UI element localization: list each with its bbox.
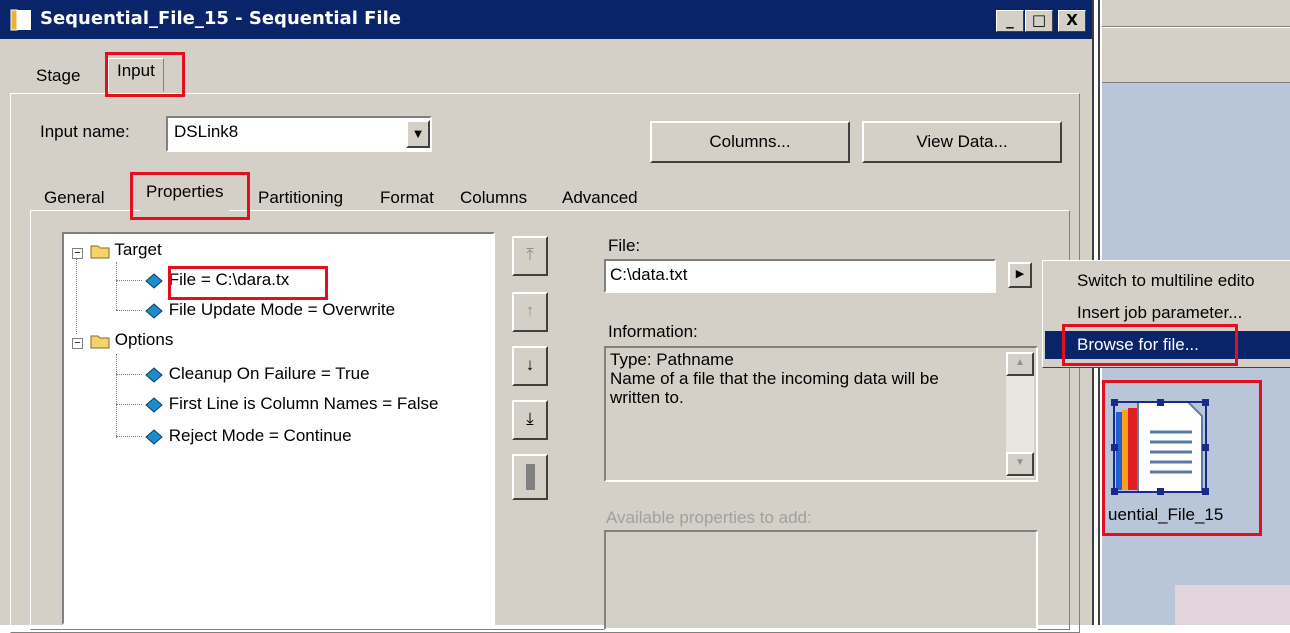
maximize-button[interactable]: □	[1025, 10, 1053, 32]
tab-stage[interactable]: Stage	[36, 66, 80, 86]
property-diamond-icon	[145, 366, 163, 383]
highlight-box	[1062, 324, 1238, 366]
properties-tree[interactable]: − Target File = C:\dara.tx File Update M…	[62, 232, 495, 625]
window-title: Sequential_File_15 - Sequential File	[40, 8, 401, 29]
tree-node-options[interactable]: Options	[90, 330, 173, 350]
dropdown-arrow-icon[interactable]: ▼	[406, 120, 430, 148]
scrollbar[interactable]: ▲ ▼	[1006, 352, 1034, 478]
available-properties-label: Available properties to add:	[606, 508, 812, 527]
tree-node-cleanup[interactable]: Cleanup On Failure = True	[144, 364, 370, 384]
folder-icon	[90, 245, 110, 259]
tab-advanced[interactable]: Advanced	[562, 188, 638, 208]
property-diamond-icon	[145, 428, 163, 445]
highlight-box	[1102, 380, 1262, 536]
move-up-icon[interactable]: ↑	[512, 292, 548, 332]
available-properties-list[interactable]	[604, 530, 1038, 630]
close-button[interactable]: X	[1058, 10, 1086, 32]
move-to-bottom-icon[interactable]: ⤓	[512, 400, 548, 440]
menu-item-insert-job-parameter[interactable]: Insert job parameter...	[1045, 299, 1290, 327]
highlight-box	[130, 172, 250, 220]
tree-node-first-line[interactable]: First Line is Column Names = False	[144, 394, 438, 414]
property-diamond-icon	[145, 272, 163, 289]
property-diamond-icon	[145, 302, 163, 319]
property-diamond-icon	[145, 396, 163, 413]
tree-node-target[interactable]: Target	[90, 240, 162, 260]
collapse-icon[interactable]: −	[72, 338, 83, 349]
columns-button[interactable]: Columns...	[650, 121, 850, 163]
input-name-label: Input name:	[40, 122, 130, 141]
watermark-shape	[1175, 585, 1290, 625]
folder-icon	[90, 335, 110, 349]
tab-columns[interactable]: Columns	[460, 188, 527, 208]
file-input[interactable]: C:\data.txt	[604, 259, 996, 293]
collapse-icon[interactable]: −	[72, 248, 83, 259]
highlight-box	[168, 266, 328, 300]
view-data-button[interactable]: View Data...	[862, 121, 1062, 163]
move-to-top-icon[interactable]: ⤒	[512, 236, 548, 276]
remove-property-button[interactable]	[512, 454, 548, 500]
sequential-file-dialog: Sequential_File_15 - Sequential File _ □…	[0, 0, 1094, 633]
tree-node-reject[interactable]: Reject Mode = Continue	[144, 426, 352, 446]
menu-item-multiline-editor[interactable]: Switch to multiline edito	[1045, 267, 1290, 295]
title-bar: Sequential_File_15 - Sequential File _ □…	[0, 0, 1092, 39]
input-name-select[interactable]: DSLink8 ▼	[166, 116, 432, 152]
tab-partitioning[interactable]: Partitioning	[258, 188, 343, 208]
information-label: Information:	[608, 322, 698, 341]
highlight-box	[105, 52, 185, 97]
tab-format[interactable]: Format	[380, 188, 434, 208]
move-down-icon[interactable]: ↓	[512, 346, 548, 386]
property-menu-icon[interactable]: ▶	[1008, 262, 1032, 288]
file-label: File:	[608, 236, 641, 255]
tab-general[interactable]: General	[44, 188, 104, 208]
tree-node-file-update-mode[interactable]: File Update Mode = Overwrite	[144, 300, 395, 320]
stage-window-icon	[10, 9, 31, 31]
designer-toolbar	[1102, 0, 1290, 83]
minimize-button[interactable]: _	[996, 10, 1024, 32]
information-text: Type: Pathname Name of a file that the i…	[604, 346, 1038, 482]
